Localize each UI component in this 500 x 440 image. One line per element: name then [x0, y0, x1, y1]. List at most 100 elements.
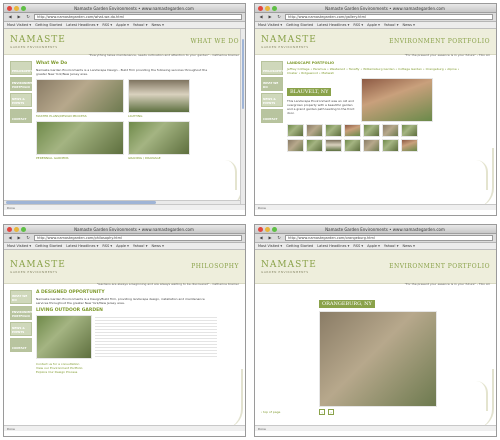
design-process-link[interactable]: Explore Our Design Process — [36, 370, 217, 374]
thumbnail[interactable] — [382, 139, 399, 152]
minimize-icon[interactable] — [14, 5, 19, 11]
thumbnail[interactable] — [401, 124, 418, 137]
site-logo[interactable]: NAMASTE GARDEN ENVIRONMENTS — [10, 35, 80, 49]
bookmark-item[interactable]: Apple ▾ — [116, 23, 129, 27]
nav-portfolio[interactable]: ENVIRONMENT PORTFOLIO — [10, 77, 35, 91]
thumbnail[interactable] — [344, 124, 361, 137]
toolbar: ◀ ▶ ↻ http://www.namastegarden.com/philo… — [4, 234, 245, 243]
bookmark-item[interactable]: Most Visited ▾ — [258, 244, 282, 248]
nav-news[interactable]: NEWS & EVENTS — [10, 93, 32, 107]
service-photo[interactable] — [36, 79, 124, 113]
minimize-icon[interactable] — [14, 226, 19, 232]
nav-contact[interactable]: CONTACT — [10, 109, 32, 123]
close-icon[interactable] — [258, 5, 263, 11]
nav-news[interactable]: NEWS & EVENTS — [261, 93, 283, 107]
thumbnail[interactable] — [401, 139, 418, 152]
back-icon[interactable]: ◀ — [7, 235, 13, 241]
nav-philosophy[interactable]: PHILOSOPHY — [261, 61, 283, 75]
thumbnail[interactable] — [325, 124, 342, 137]
close-icon[interactable] — [7, 5, 12, 11]
thumbnail[interactable] — [287, 124, 304, 137]
reload-icon[interactable]: ↻ — [25, 14, 31, 20]
thumbnail[interactable] — [287, 139, 304, 152]
bookmark-item[interactable]: RSS ▾ — [102, 23, 112, 27]
bookmark-item[interactable]: Yahoo! ▾ — [133, 244, 148, 248]
forward-icon[interactable]: ▶ — [16, 235, 22, 241]
prev-arrow-icon[interactable]: ‹ — [319, 409, 325, 415]
minimize-icon[interactable] — [265, 226, 270, 232]
gallery-main-photo[interactable] — [319, 311, 437, 407]
forward-icon[interactable]: ▶ — [267, 14, 273, 20]
service-caption[interactable]: LIGHTING — [128, 114, 190, 118]
scroll-thumb[interactable] — [242, 39, 244, 109]
close-icon[interactable] — [258, 226, 263, 232]
service-caption[interactable]: MASTER PLANS/DESIGN PROCESS — [36, 114, 124, 118]
bookmark-item[interactable]: Most Visited ▾ — [258, 23, 282, 27]
service-photo[interactable] — [128, 79, 190, 113]
url-field[interactable]: http://www.namastegarden.com/gallery.htm… — [285, 14, 493, 20]
forward-icon[interactable]: ▶ — [16, 14, 22, 20]
minimize-icon[interactable] — [265, 5, 270, 11]
nav-contact[interactable]: CONTACT — [10, 338, 32, 352]
vertical-scrollbar[interactable] — [240, 29, 245, 204]
bookmark-item[interactable]: Latest Headlines ▾ — [317, 23, 349, 27]
bookmark-item[interactable]: News ▾ — [403, 244, 415, 248]
thumbnail[interactable] — [306, 139, 323, 152]
nav-portfolio[interactable]: ENVIRONMENT PORTFOLIO — [10, 306, 35, 320]
service-caption[interactable]: PERENNIAL GARDENS — [36, 156, 124, 160]
reload-icon[interactable]: ↻ — [25, 235, 31, 241]
next-arrow-icon[interactable]: › — [328, 409, 334, 415]
thumbnail[interactable] — [344, 139, 361, 152]
thumbnail[interactable] — [363, 124, 380, 137]
service-caption[interactable]: GRADING / DRAINAGE — [128, 156, 190, 160]
bookmark-item[interactable]: Latest Headlines ▾ — [66, 244, 98, 248]
url-field[interactable]: http://www.namastegarden.com/philosophy.… — [34, 235, 242, 241]
bookmark-item[interactable]: Getting Started — [35, 244, 62, 248]
back-icon[interactable]: ◀ — [258, 235, 264, 241]
back-icon[interactable]: ◀ — [7, 14, 13, 20]
bookmark-item[interactable]: News ▾ — [403, 23, 415, 27]
thumbnail[interactable] — [325, 139, 342, 152]
bookmark-item[interactable]: Getting Started — [286, 244, 313, 248]
nav-news[interactable]: NEWS & EVENTS — [10, 322, 32, 336]
bookmark-item[interactable]: Latest Headlines ▾ — [317, 244, 349, 248]
portfolio-main-photo[interactable] — [361, 78, 433, 122]
bookmark-item[interactable]: News ▾ — [152, 244, 164, 248]
bookmark-item[interactable]: RSS ▾ — [102, 244, 112, 248]
site-logo[interactable]: NAMASTE GARDEN ENVIRONMENTS — [10, 260, 80, 274]
bookmark-item[interactable]: Apple ▾ — [367, 23, 380, 27]
nav-what-we-do[interactable]: WHAT WE DO — [261, 77, 283, 91]
bookmark-item[interactable]: Yahoo! ▾ — [384, 23, 399, 27]
service-photo[interactable] — [128, 121, 190, 155]
bookmark-item[interactable]: Apple ▾ — [367, 244, 380, 248]
bookmark-item[interactable]: Yahoo! ▾ — [384, 244, 399, 248]
bookmark-item[interactable]: Getting Started — [35, 23, 62, 27]
site-logo[interactable]: NAMASTE GARDEN ENVIRONMENTS — [261, 260, 331, 274]
bookmark-item[interactable]: Most Visited ▾ — [7, 244, 31, 248]
nav-philosophy[interactable]: PHILOSOPHY — [10, 61, 32, 75]
site-logo[interactable]: NAMASTE GARDEN ENVIRONMENTS — [261, 35, 331, 49]
thumbnail[interactable] — [363, 139, 380, 152]
bookmark-item[interactable]: Apple ▾ — [116, 244, 129, 248]
service-photo[interactable] — [36, 121, 124, 155]
bookmark-item[interactable]: Getting Started — [286, 23, 313, 27]
bookmark-item[interactable]: Yahoo! ▾ — [133, 23, 148, 27]
thumbnail[interactable] — [306, 124, 323, 137]
nav-what-we-do[interactable]: WHAT WE DO — [10, 290, 32, 304]
bookmark-item[interactable]: Latest Headlines ▾ — [66, 23, 98, 27]
thumbnail[interactable] — [382, 124, 399, 137]
nav-contact[interactable]: CONTACT — [261, 109, 283, 123]
reload-icon[interactable]: ↻ — [276, 14, 282, 20]
bookmark-item[interactable]: RSS ▾ — [353, 23, 363, 27]
reload-icon[interactable]: ↻ — [276, 235, 282, 241]
url-field[interactable]: http://www.namastegarden.com/what-we-do.… — [34, 14, 242, 20]
bookmark-item[interactable]: Most Visited ▾ — [7, 23, 31, 27]
bookmark-item[interactable]: RSS ▾ — [353, 244, 363, 248]
close-icon[interactable] — [7, 226, 12, 232]
back-icon[interactable]: ◀ — [258, 14, 264, 20]
top-of-page-link[interactable]: ‹ top of page — [261, 410, 280, 414]
forward-icon[interactable]: ▶ — [267, 235, 273, 241]
portfolio-links[interactable]: Jeffrey Cottage • Paramus • Westwood • T… — [287, 67, 468, 75]
bookmark-item[interactable]: News ▾ — [152, 23, 164, 27]
url-field[interactable]: http://www.namastegarden.com/orangeburg.… — [285, 235, 493, 241]
